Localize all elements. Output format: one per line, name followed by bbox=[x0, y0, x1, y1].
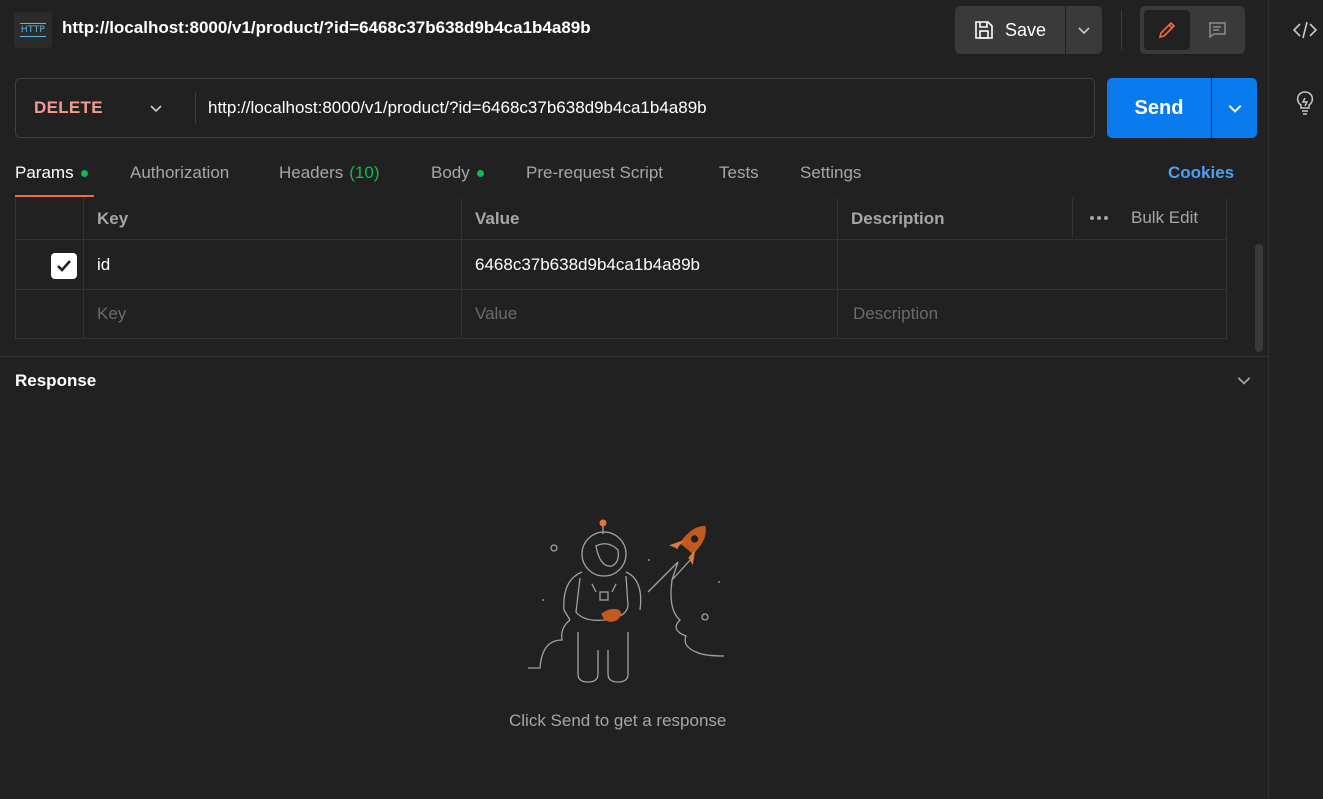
request-header: HTTP http://localhost:8000/v1/product/?i… bbox=[0, 0, 1268, 62]
table-row-empty: Key Value Description bbox=[16, 290, 1226, 338]
view-mode-toggle bbox=[1140, 6, 1245, 54]
active-tab-underline bbox=[15, 195, 94, 197]
column-header-key: Key bbox=[83, 198, 461, 239]
params-table: Key Value Description Bulk Edit id 6468c… bbox=[15, 198, 1227, 339]
save-icon bbox=[975, 21, 993, 39]
scrollbar[interactable] bbox=[1255, 244, 1263, 352]
tab-tests[interactable]: Tests bbox=[719, 160, 759, 198]
chevron-down-icon[interactable] bbox=[1236, 372, 1252, 388]
astronaut-illustration bbox=[528, 519, 725, 683]
tab-params[interactable]: Params bbox=[15, 160, 88, 198]
table-row: id 6468c37b638d9b4ca1b4a89b bbox=[16, 240, 1226, 290]
section-divider bbox=[0, 356, 1268, 357]
param-value-cell[interactable]: 6468c37b638d9b4ca1b4a89b bbox=[461, 240, 837, 289]
column-header-value: Value bbox=[461, 198, 837, 239]
headers-count: (10) bbox=[349, 163, 380, 182]
new-value-input[interactable]: Value bbox=[461, 290, 837, 338]
url-input[interactable] bbox=[208, 79, 1078, 137]
tab-indicator-dot bbox=[476, 170, 484, 177]
pencil-icon bbox=[1158, 21, 1176, 39]
tab-pre-request-script[interactable]: Pre-request Script bbox=[526, 160, 663, 198]
chevron-down-icon bbox=[150, 105, 162, 113]
tab-label: Headers bbox=[279, 163, 344, 182]
more-options-icon[interactable] bbox=[1089, 215, 1109, 221]
param-enabled-checkbox[interactable] bbox=[51, 253, 77, 279]
code-snippet-button[interactable] bbox=[1291, 16, 1319, 44]
column-header-description: Description bbox=[837, 198, 1072, 239]
right-sidebar bbox=[1268, 0, 1323, 799]
tab-authorization[interactable]: Authorization bbox=[130, 160, 229, 198]
tab-label: Params bbox=[15, 163, 74, 182]
lightbulb-icon bbox=[1296, 91, 1314, 115]
url-separator bbox=[195, 93, 196, 123]
bulk-edit-button[interactable]: Bulk Edit bbox=[1131, 208, 1198, 228]
save-button[interactable]: Save bbox=[955, 6, 1065, 54]
tab-headers[interactable]: Headers (10) bbox=[279, 160, 380, 198]
http-request-icon: HTTP bbox=[14, 12, 52, 48]
tab-label: Settings bbox=[800, 163, 862, 182]
tab-label: Tests bbox=[719, 163, 759, 182]
param-key-cell[interactable]: id bbox=[83, 240, 461, 289]
tab-label: Authorization bbox=[130, 163, 230, 182]
table-header-row: Key Value Description Bulk Edit bbox=[16, 198, 1226, 240]
checkmark-icon bbox=[57, 260, 71, 272]
method-label: DELETE bbox=[34, 98, 103, 117]
comment-icon bbox=[1209, 22, 1226, 39]
send-button[interactable]: Send bbox=[1107, 78, 1211, 138]
response-title: Response bbox=[15, 371, 97, 390]
new-description-input[interactable]: Description bbox=[837, 290, 1226, 338]
tab-settings[interactable]: Settings bbox=[800, 160, 861, 198]
tab-label: Pre-request Script bbox=[526, 163, 663, 182]
send-options-button[interactable] bbox=[1212, 78, 1257, 138]
tab-indicator-dot bbox=[80, 170, 88, 177]
edit-mode-button[interactable] bbox=[1144, 10, 1190, 50]
request-title[interactable]: http://localhost:8000/v1/product/?id=646… bbox=[62, 18, 591, 38]
toolbar-divider bbox=[1121, 10, 1122, 50]
chevron-down-icon bbox=[1228, 105, 1241, 113]
comments-button[interactable] bbox=[1194, 10, 1240, 50]
code-icon bbox=[1292, 21, 1318, 39]
empty-response-hint: Click Send to get a response bbox=[509, 711, 727, 730]
url-bar: DELETE bbox=[15, 78, 1095, 138]
send-label: Send bbox=[1134, 96, 1184, 119]
http-badge-text: HTTP bbox=[19, 23, 47, 37]
tab-label: Body bbox=[431, 163, 470, 182]
new-key-input[interactable]: Key bbox=[83, 290, 461, 338]
tab-body[interactable]: Body bbox=[431, 160, 484, 198]
bulk-edit-area: Bulk Edit bbox=[1072, 198, 1198, 238]
chevron-down-icon bbox=[1078, 27, 1090, 35]
cookies-link[interactable]: Cookies bbox=[1168, 163, 1234, 183]
method-select[interactable]: DELETE bbox=[16, 79, 196, 137]
save-options-button[interactable] bbox=[1066, 6, 1102, 54]
save-label: Save bbox=[1005, 19, 1047, 40]
context-info-button[interactable] bbox=[1291, 88, 1319, 116]
param-description-cell[interactable] bbox=[837, 240, 1226, 289]
